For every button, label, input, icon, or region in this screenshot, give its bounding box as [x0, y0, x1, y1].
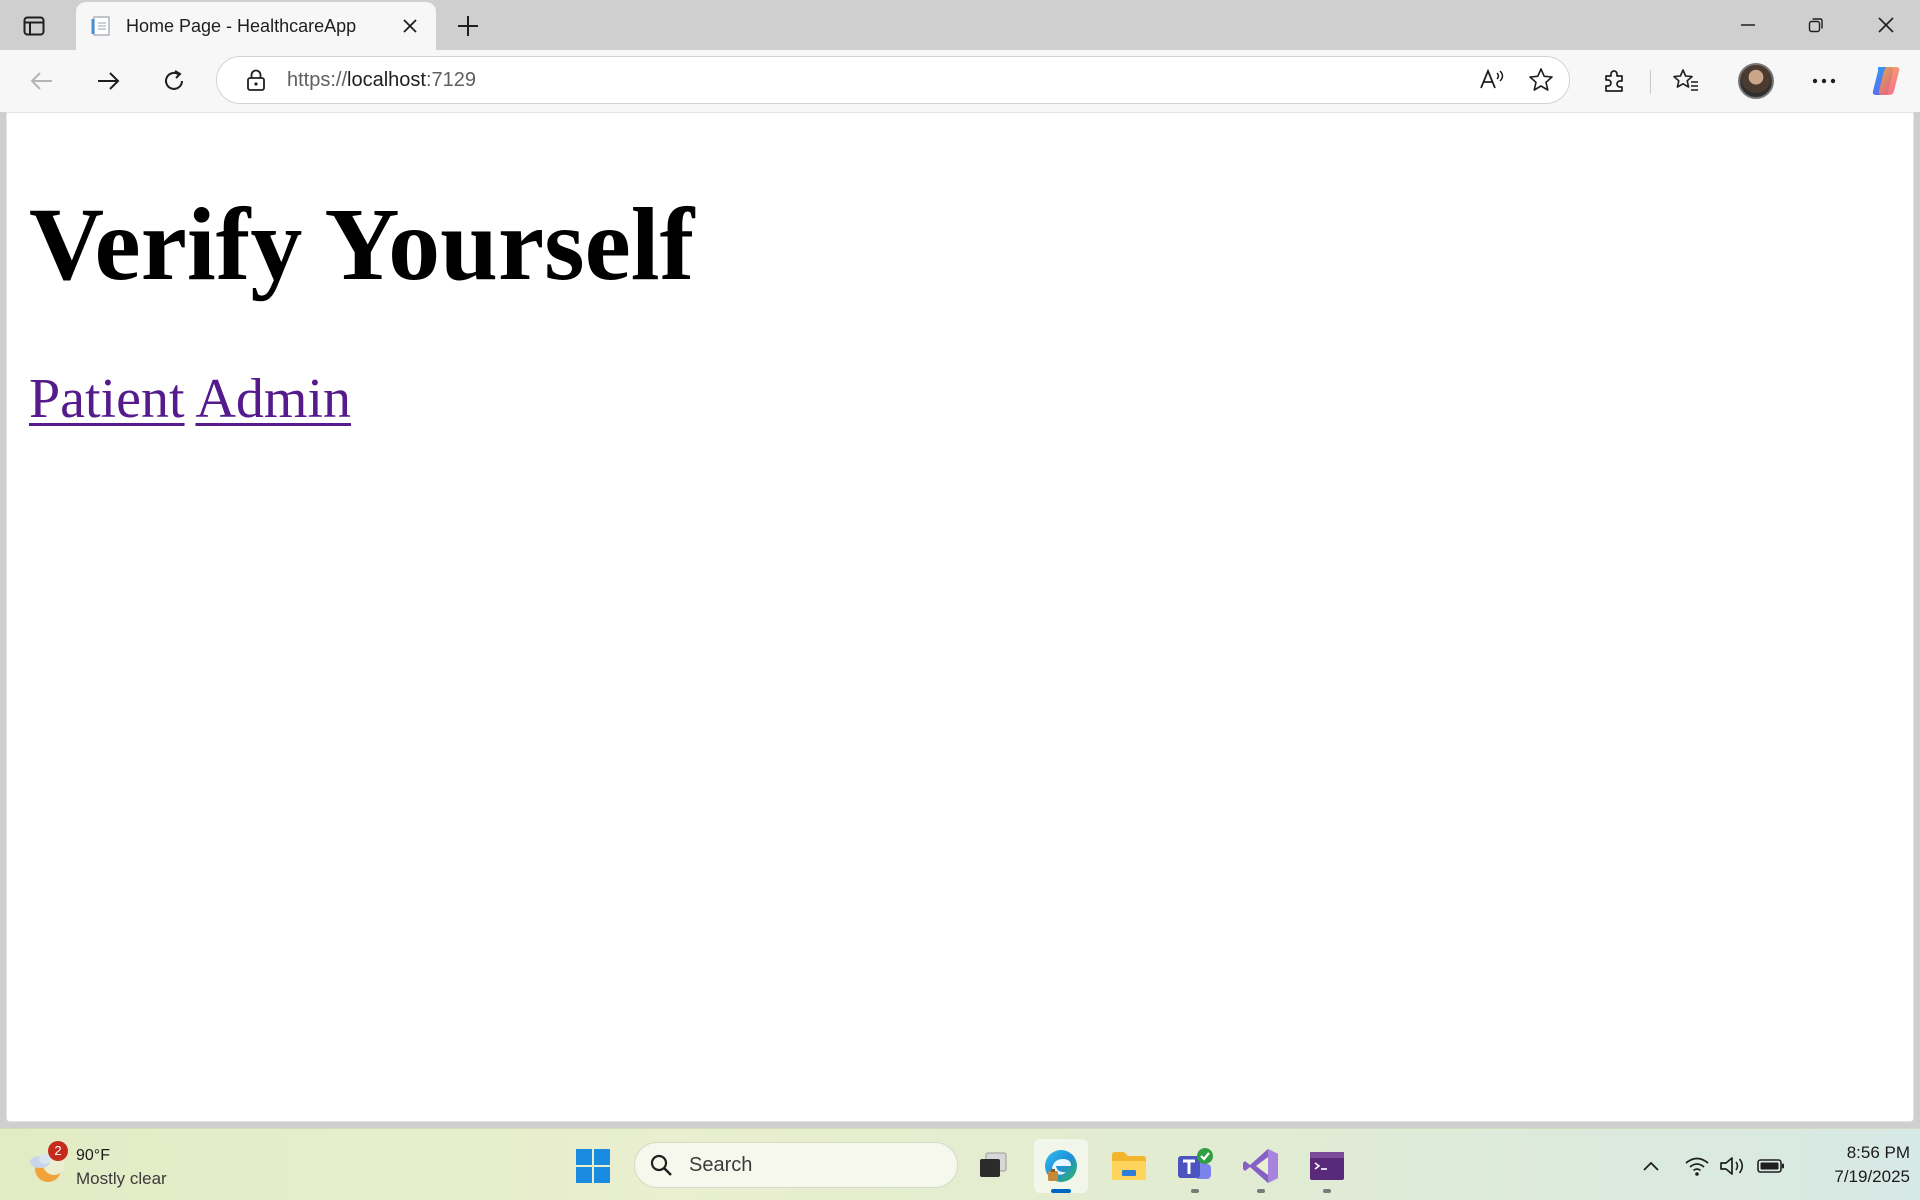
battery-button[interactable]: [1754, 1149, 1788, 1183]
close-icon: [403, 19, 417, 33]
running-indicator: [1191, 1189, 1199, 1193]
wifi-icon: [1685, 1157, 1709, 1176]
network-button[interactable]: [1680, 1149, 1714, 1183]
url-scheme: https://: [287, 68, 348, 91]
active-indicator: [1051, 1189, 1071, 1193]
more-icon: [1812, 78, 1836, 84]
page-heading: Verify Yourself: [29, 187, 695, 302]
folder-icon: [1112, 1152, 1146, 1180]
close-icon: [1878, 17, 1894, 33]
url-text[interactable]: https://localhost:7129: [287, 69, 1473, 92]
search-icon: [647, 1151, 675, 1179]
patient-link[interactable]: Patient: [29, 368, 185, 430]
minimize-button[interactable]: [1714, 0, 1782, 50]
read-aloud-icon: [1480, 68, 1504, 89]
page-viewport: Verify Yourself Patient Admin: [6, 112, 1914, 1122]
weather-badge: 2: [48, 1141, 68, 1161]
active-tab[interactable]: Home Page - HealthcareApp: [76, 2, 436, 50]
terminal-icon: [1310, 1152, 1344, 1180]
system-clock[interactable]: 8:56 PM 7/19/2025: [1800, 1141, 1910, 1189]
refresh-icon: [165, 70, 183, 90]
battery-icon: [1757, 1159, 1784, 1173]
show-hidden-icons-button[interactable]: [1634, 1149, 1668, 1183]
chevron-up-icon: [1643, 1161, 1659, 1171]
refresh-button[interactable]: [154, 61, 194, 101]
tab-close-button[interactable]: [396, 12, 424, 40]
speaker-icon: [1720, 1157, 1744, 1175]
forward-button[interactable]: [88, 61, 128, 101]
start-button[interactable]: [570, 1143, 616, 1189]
visual-studio-icon: [1243, 1149, 1278, 1183]
star-icon: [1529, 68, 1553, 91]
back-button[interactable]: [22, 61, 62, 101]
plus-icon: [458, 16, 478, 36]
document-icon: [90, 15, 112, 37]
extensions-button[interactable]: [1594, 61, 1634, 101]
restore-button[interactable]: [1782, 0, 1850, 50]
tab-actions-button[interactable]: [12, 10, 56, 42]
windows-logo-icon: [576, 1149, 610, 1183]
lock-icon[interactable]: [241, 65, 271, 95]
restore-icon: [1808, 18, 1823, 33]
tab-actions-icon: [23, 16, 45, 36]
profile-avatar[interactable]: [1738, 63, 1774, 99]
running-indicator: [1323, 1189, 1331, 1193]
volume-button[interactable]: [1716, 1149, 1750, 1183]
weather-widget[interactable]: 2 90°F Mostly clear: [22, 1141, 222, 1191]
close-window-button[interactable]: [1852, 0, 1920, 50]
read-aloud-button[interactable]: [1473, 60, 1513, 100]
weather-temperature: 90°F: [76, 1147, 110, 1164]
clock-time: 8:56 PM: [1846, 1143, 1910, 1162]
arrow-left-icon: [30, 72, 52, 90]
puzzle-icon: [1605, 70, 1623, 92]
taskbar-visual-studio[interactable]: [1234, 1139, 1288, 1193]
clock-date: 7/19/2025: [1834, 1167, 1910, 1186]
address-bar[interactable]: https://localhost:7129: [216, 56, 1570, 104]
more-options-button[interactable]: [1804, 61, 1844, 101]
edge-icon: [1045, 1150, 1077, 1182]
taskbar-file-explorer[interactable]: [1102, 1139, 1156, 1193]
favorites-button[interactable]: [1666, 61, 1706, 101]
favorites-icon: [1673, 69, 1698, 91]
minimize-icon: [1741, 24, 1755, 26]
taskbar-terminal[interactable]: [1300, 1139, 1354, 1193]
browser-tab-bar: Home Page - HealthcareApp: [0, 0, 1920, 50]
toolbar-divider: [1650, 70, 1651, 94]
copilot-icon: [1872, 67, 1900, 95]
tab-title: Home Page - HealthcareApp: [126, 15, 357, 36]
role-links: Patient Admin: [29, 366, 351, 433]
task-view-button[interactable]: [966, 1139, 1020, 1193]
teams-icon: [1178, 1148, 1213, 1179]
browser-toolbar: https://localhost:7129: [0, 50, 1920, 112]
task-view-icon: [980, 1152, 1007, 1177]
weather-condition: Mostly clear: [76, 1169, 167, 1188]
taskbar-edge[interactable]: [1034, 1139, 1088, 1193]
new-tab-button[interactable]: [448, 8, 488, 44]
url-host: localhost: [347, 68, 426, 91]
taskbar: 2 90°F Mostly clear Search 8:56 PM 7/19/…: [0, 1128, 1920, 1200]
url-port: :7129: [425, 68, 477, 91]
arrow-right-icon: [98, 72, 120, 90]
favorite-button[interactable]: [1521, 60, 1561, 100]
admin-link[interactable]: Admin: [195, 368, 351, 430]
copilot-button[interactable]: [1868, 63, 1904, 99]
search-placeholder: Search: [689, 1153, 753, 1176]
taskbar-search[interactable]: Search: [634, 1142, 958, 1188]
running-indicator: [1257, 1189, 1265, 1193]
taskbar-teams[interactable]: [1168, 1139, 1222, 1193]
